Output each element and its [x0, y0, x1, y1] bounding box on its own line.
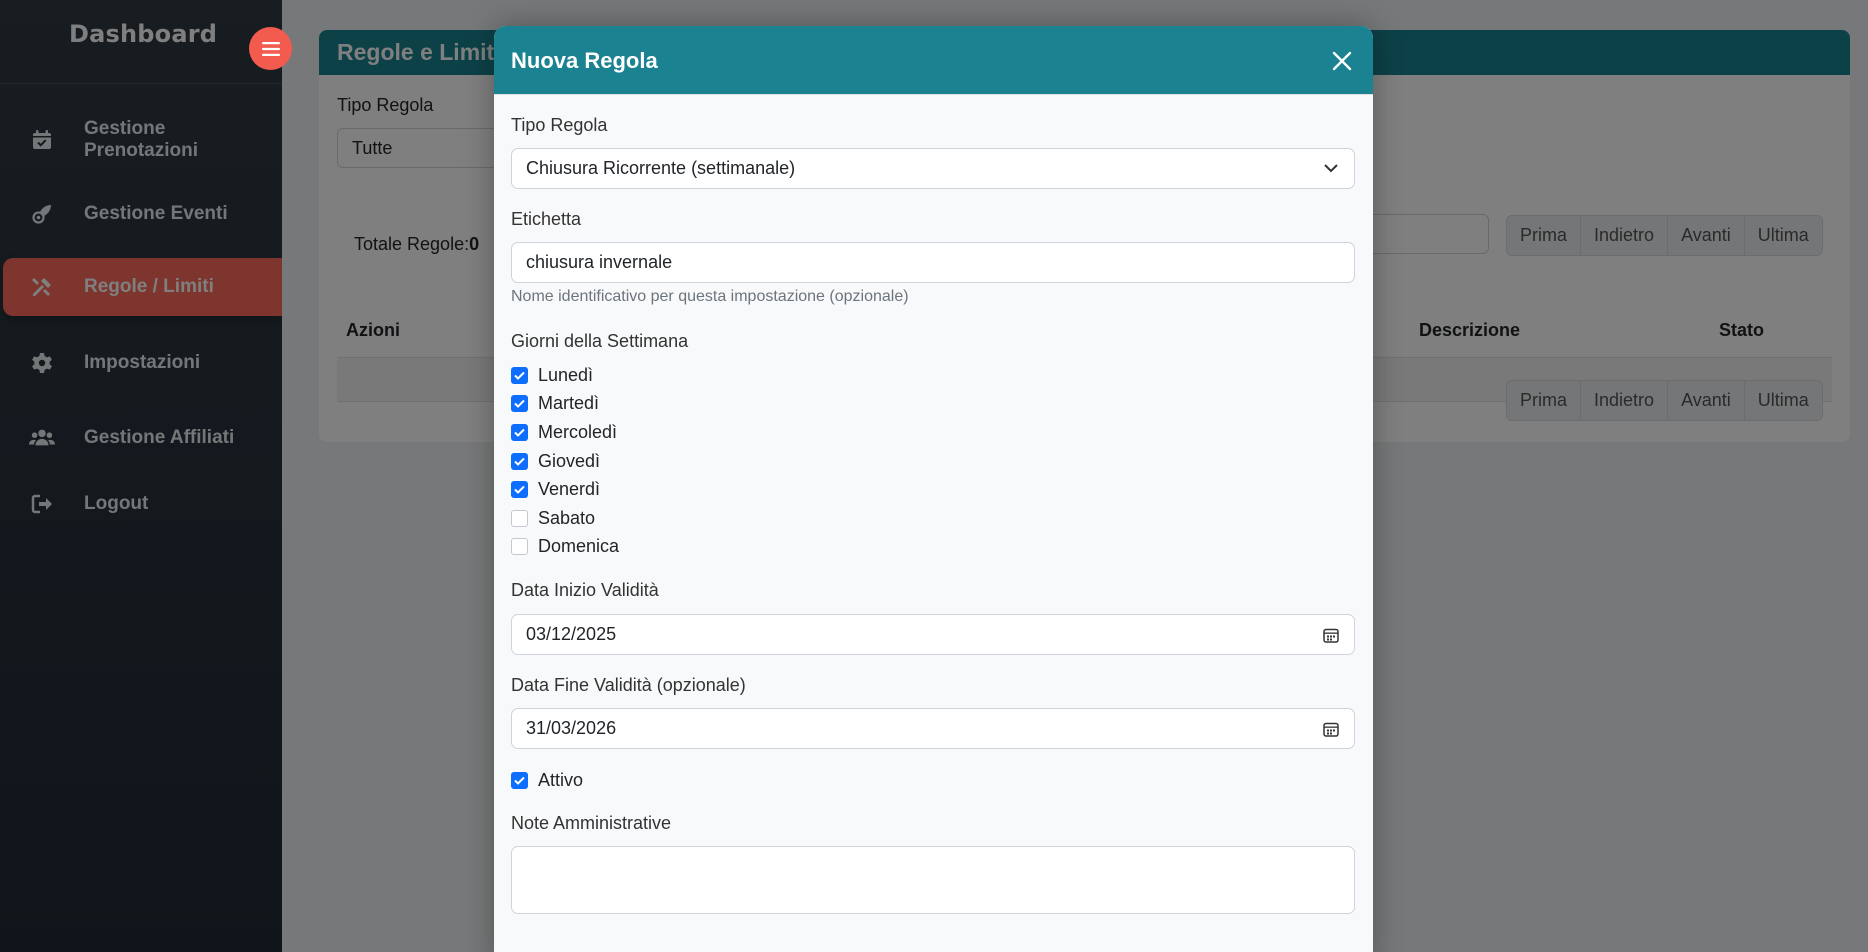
- checkbox-attivo[interactable]: Attivo: [511, 769, 583, 791]
- modal-title: Nuova Regola: [511, 48, 658, 73]
- data-fine-label: Data Fine Validità (opzionale): [511, 675, 746, 695]
- checkbox-label: Attivo: [538, 769, 584, 790]
- checkbox-checked-icon[interactable]: [511, 452, 528, 470]
- checkbox-unchecked-icon[interactable]: [511, 509, 528, 527]
- etichetta-label: Etichetta: [511, 209, 582, 229]
- data-fine-input[interactable]: 31/03/2026: [511, 708, 1355, 749]
- chevron-down-icon: [1322, 160, 1340, 178]
- checkbox-label: Mercoledì: [538, 421, 618, 442]
- checkbox-mercoledi[interactable]: Mercoledì: [511, 421, 617, 443]
- checkbox-unchecked-icon[interactable]: [511, 537, 528, 555]
- checkbox-label: Martedì: [538, 392, 600, 413]
- checkbox-checked-icon[interactable]: [511, 771, 528, 789]
- tipo-regola-value: Chiusura Ricorrente (settimanale): [526, 158, 796, 178]
- checkbox-venerdi[interactable]: Venerdì: [511, 478, 600, 500]
- tipo-regola-label: Tipo Regola: [511, 115, 608, 135]
- calendar-icon[interactable]: [1322, 720, 1340, 738]
- close-button[interactable]: [1329, 48, 1355, 74]
- modal-header: Nuova Regola: [494, 26, 1373, 95]
- checkbox-lunedi[interactable]: Lunedì: [511, 364, 593, 386]
- data-inizio-input[interactable]: 03/12/2025: [511, 614, 1355, 655]
- checkbox-label: Giovedì: [538, 450, 601, 471]
- hamburger-icon: [261, 41, 280, 56]
- menu-toggle-button[interactable]: [249, 27, 292, 70]
- tipo-regola-select[interactable]: Chiusura Ricorrente (settimanale): [511, 148, 1355, 189]
- checkbox-giovedi[interactable]: Giovedì: [511, 450, 600, 472]
- checkbox-label: Venerdì: [538, 478, 601, 499]
- etichetta-input[interactable]: chiusura invernale: [511, 242, 1355, 283]
- checkbox-sabato[interactable]: Sabato: [511, 507, 595, 529]
- calendar-icon[interactable]: [1322, 626, 1340, 644]
- data-fine-value: 31/03/2026: [526, 718, 617, 738]
- checkbox-domenica[interactable]: Domenica: [511, 535, 619, 557]
- checkbox-checked-icon[interactable]: [511, 366, 528, 384]
- etichetta-help-text: Nome identificativo per questa impostazi…: [511, 288, 909, 305]
- note-label: Note Amministrative: [511, 813, 672, 833]
- close-icon: [1332, 51, 1352, 71]
- checkbox-checked-icon[interactable]: [511, 394, 528, 412]
- new-rule-modal: Nuova Regola Tipo Regola Chiusura Ricorr…: [494, 26, 1373, 952]
- checkbox-label: Domenica: [538, 535, 620, 556]
- data-inizio-value: 03/12/2025: [526, 624, 617, 644]
- note-textarea[interactable]: [511, 846, 1355, 914]
- giorni-label: Giorni della Settimana: [511, 331, 689, 351]
- checkbox-checked-icon[interactable]: [511, 480, 528, 498]
- data-inizio-label: Data Inizio Validità: [511, 580, 659, 600]
- checkbox-label: Sabato: [538, 507, 596, 528]
- checkbox-martedi[interactable]: Martedì: [511, 392, 599, 414]
- checkbox-checked-icon[interactable]: [511, 423, 528, 441]
- checkbox-label: Lunedì: [538, 364, 594, 385]
